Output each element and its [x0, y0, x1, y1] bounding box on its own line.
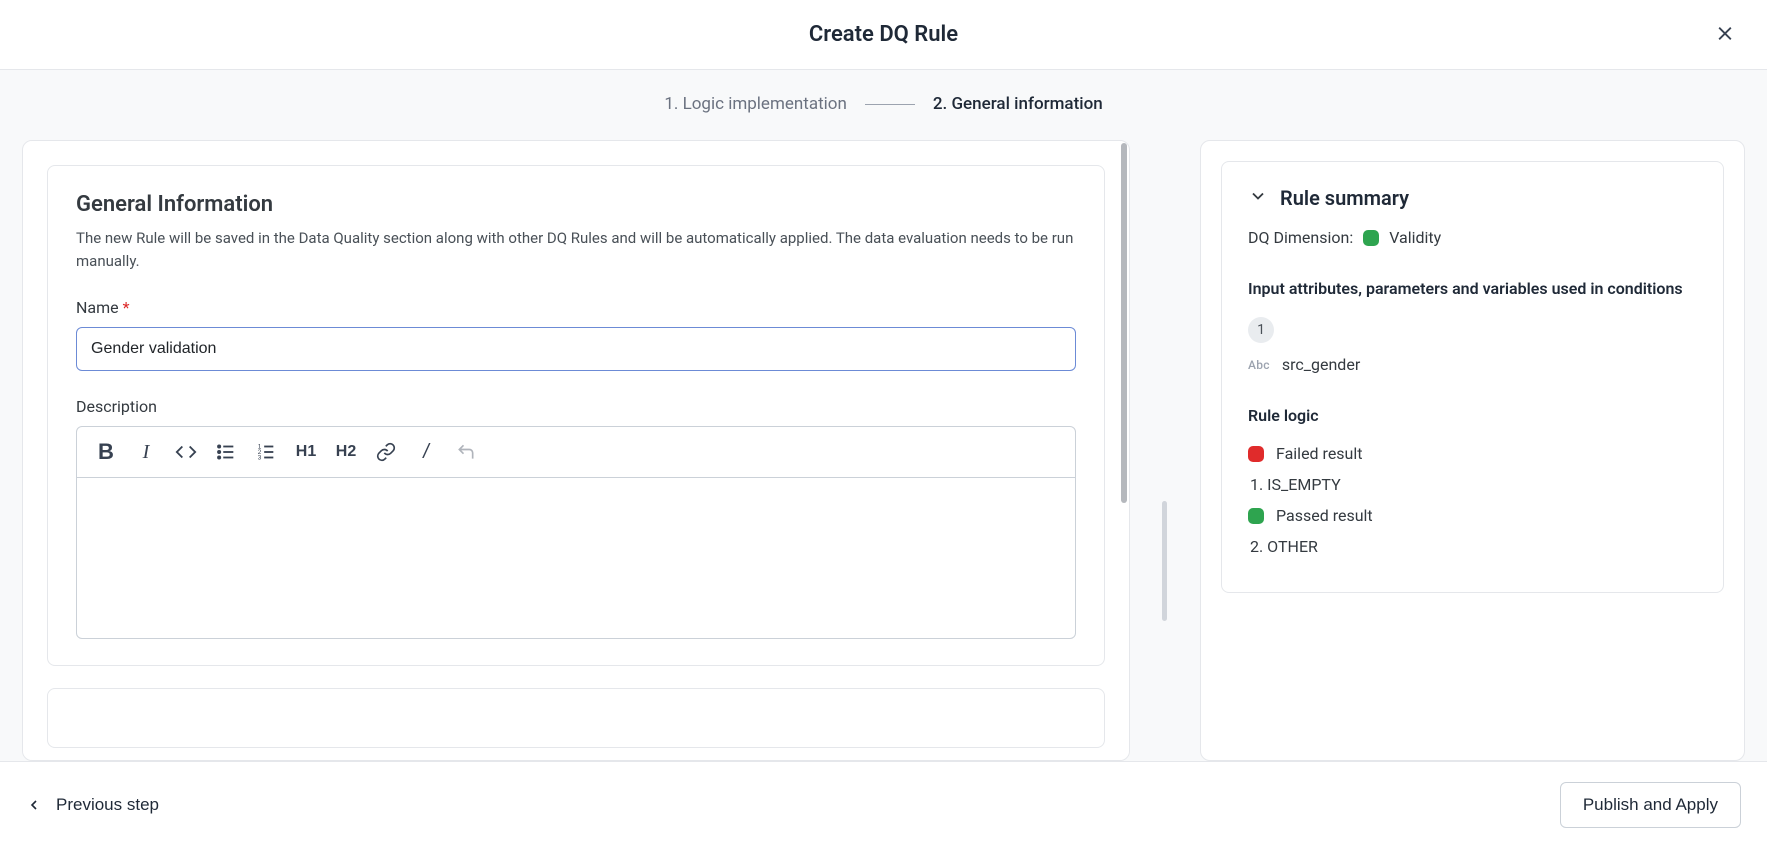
svg-text:3: 3: [258, 454, 262, 461]
name-input[interactable]: [76, 327, 1076, 371]
name-label: Name *: [76, 298, 1076, 317]
h2-button[interactable]: H2: [331, 437, 361, 467]
footer: Previous step Publish and Apply: [0, 761, 1767, 848]
stepper: 1. Logic implementation 2. General infor…: [0, 70, 1767, 122]
h1-button[interactable]: H1: [291, 437, 321, 467]
bullet-list-button[interactable]: [211, 437, 241, 467]
inputs-count: 1: [1248, 317, 1274, 343]
modal-title: Create DQ Rule: [809, 22, 958, 47]
code-button[interactable]: [171, 437, 201, 467]
modal-header: Create DQ Rule: [0, 0, 1767, 70]
editor-toolbar: B I 123 H1 H2 /: [77, 427, 1075, 478]
chevron-down-icon: [1248, 186, 1268, 206]
bullet-list-icon: [215, 441, 237, 463]
italic-button[interactable]: I: [131, 437, 161, 467]
step-general-information[interactable]: 2. General information: [933, 94, 1103, 114]
attr-type-icon: Abc: [1248, 358, 1270, 372]
divider-button[interactable]: /: [411, 437, 441, 467]
collapse-button[interactable]: [1248, 186, 1268, 210]
inputs-heading: Input attributes, parameters and variabl…: [1248, 277, 1697, 301]
card-title: General Information: [76, 192, 1076, 217]
description-label: Description: [76, 397, 1076, 416]
rich-text-editor: B I 123 H1 H2 /: [76, 426, 1076, 639]
step-connector: [865, 104, 915, 105]
validity-icon: [1363, 230, 1379, 246]
dimension-value: Validity: [1389, 228, 1441, 247]
required-marker: *: [123, 298, 130, 317]
close-button[interactable]: [1711, 19, 1739, 50]
dimension-label: DQ Dimension:: [1248, 228, 1353, 247]
condition-2: 2. OTHER: [1250, 537, 1697, 556]
undo-button[interactable]: [451, 437, 481, 467]
passed-icon: [1248, 508, 1264, 524]
passed-label: Passed result: [1276, 506, 1373, 525]
undo-icon: [456, 442, 476, 462]
side-panel: Rule summary DQ Dimension: Validity Inpu…: [1200, 140, 1745, 761]
close-icon: [1715, 23, 1735, 43]
bold-button[interactable]: B: [91, 437, 121, 467]
failed-label: Failed result: [1276, 444, 1363, 463]
general-info-card: General Information The new Rule will be…: [47, 165, 1105, 666]
previous-step-button[interactable]: Previous step: [26, 795, 159, 815]
failed-icon: [1248, 446, 1264, 462]
main-panel: General Information The new Rule will be…: [22, 140, 1130, 761]
scrollbar[interactable]: [1121, 143, 1127, 503]
summary-title: Rule summary: [1280, 186, 1409, 210]
link-button[interactable]: [371, 437, 401, 467]
chevron-left-icon: [26, 797, 42, 813]
step-logic-implementation[interactable]: 1. Logic implementation: [664, 94, 847, 114]
condition-1: 1. IS_EMPTY: [1250, 475, 1697, 494]
code-icon: [175, 441, 197, 463]
ordered-list-icon: 123: [255, 441, 277, 463]
ordered-list-button[interactable]: 123: [251, 437, 281, 467]
description-editor-body[interactable]: [77, 478, 1075, 638]
next-card: [47, 688, 1105, 748]
link-icon: [376, 442, 396, 462]
card-description: The new Rule will be saved in the Data Q…: [76, 227, 1076, 272]
rule-summary-card: Rule summary DQ Dimension: Validity Inpu…: [1221, 161, 1724, 593]
attr-name: src_gender: [1282, 355, 1360, 374]
panel-resizer[interactable]: [1162, 360, 1168, 761]
publish-apply-button[interactable]: Publish and Apply: [1560, 782, 1741, 828]
rule-logic-heading: Rule logic: [1248, 404, 1697, 428]
